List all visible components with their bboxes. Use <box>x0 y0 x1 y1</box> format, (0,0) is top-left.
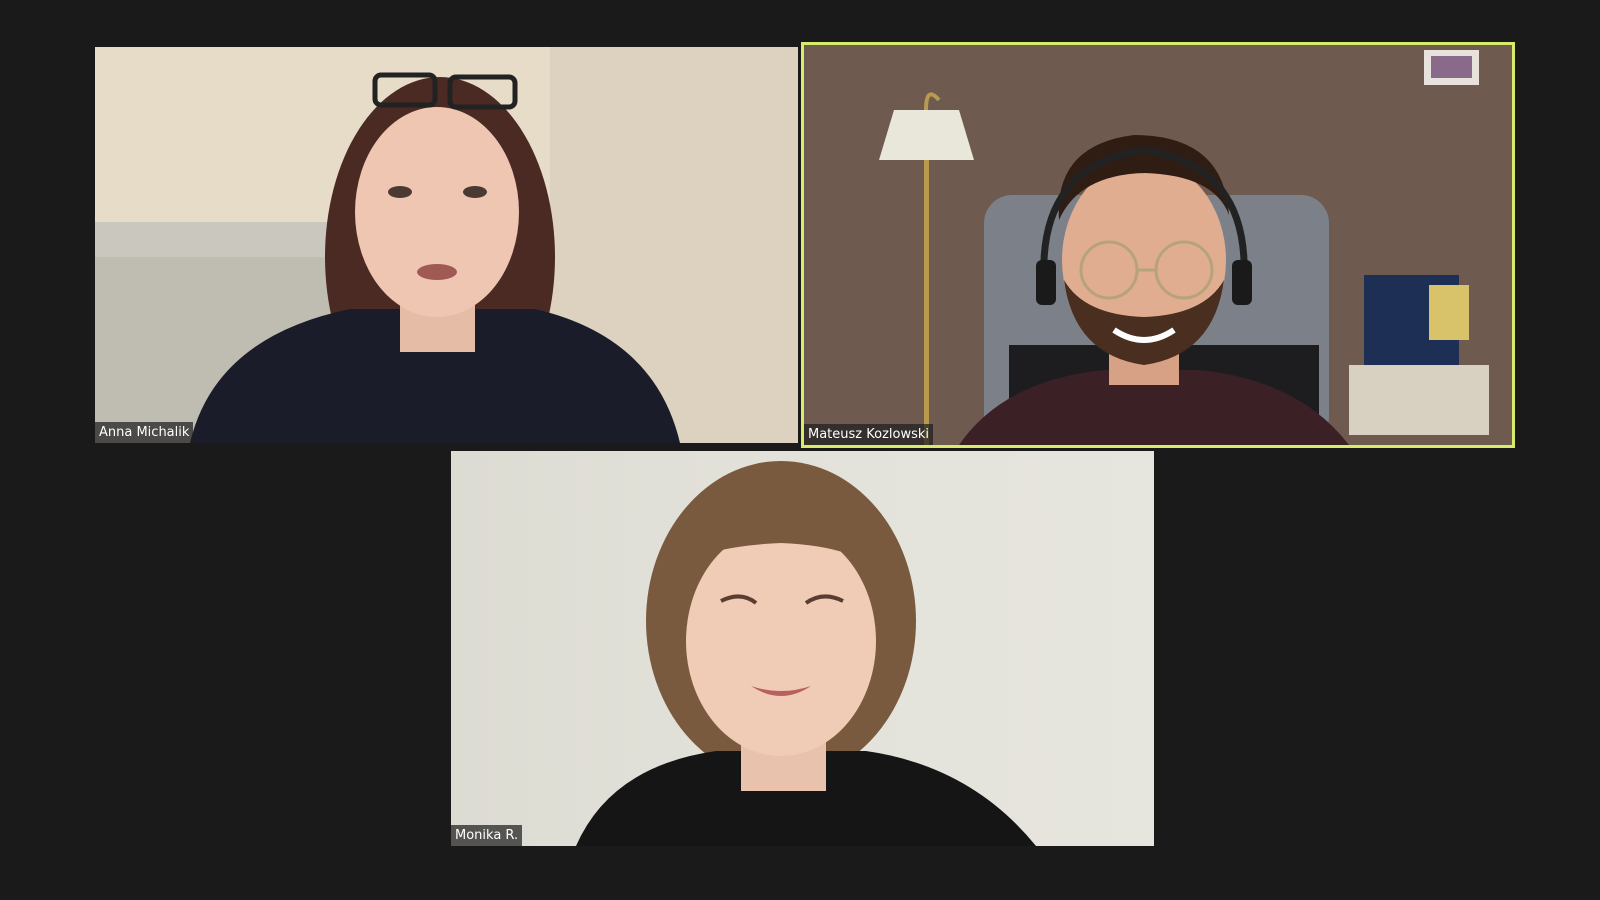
participant-tile-mateusz[interactable]: Mateusz Kozlowski <box>804 45 1512 445</box>
video-feed-monika <box>451 451 1154 846</box>
video-feed-mateusz <box>804 45 1512 445</box>
video-feed-anna <box>95 47 798 443</box>
participant-name-label: Anna Michalik <box>95 422 194 443</box>
participant-name-label: Monika R. <box>451 825 523 846</box>
participant-name-label: Mateusz Kozlowski <box>804 424 934 445</box>
video-gallery: Anna Michalik Mateusz Kozlowski Monika R… <box>0 0 1600 900</box>
participant-tile-anna[interactable]: Anna Michalik <box>95 47 798 443</box>
participant-tile-monika[interactable]: Monika R. <box>451 451 1154 846</box>
